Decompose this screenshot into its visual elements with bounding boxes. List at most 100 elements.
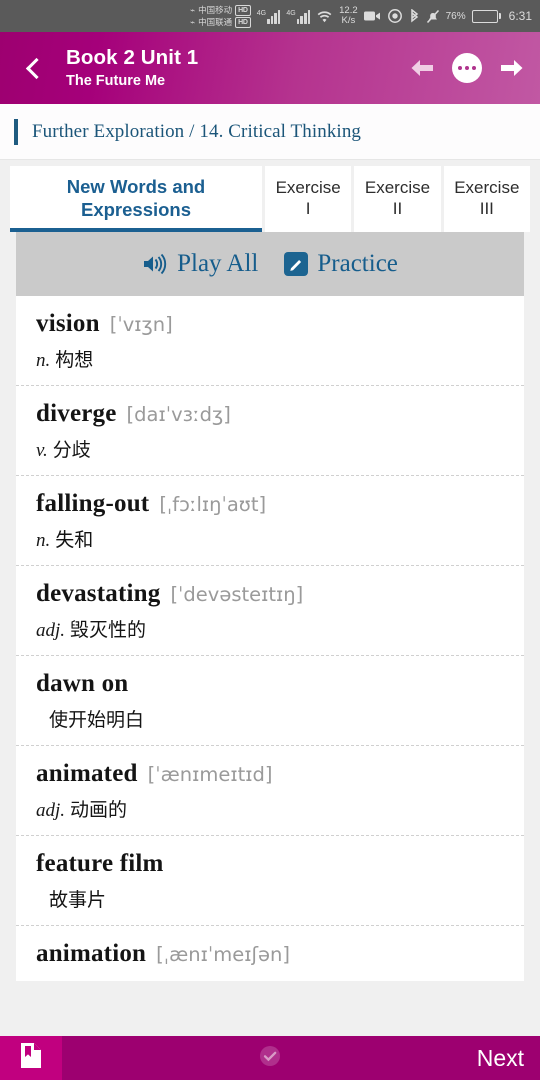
hd-badge-2: HD <box>235 16 251 28</box>
content-scroll-area[interactable]: Play All Practice vision [ˈvɪʒn] n. 构想 d… <box>0 232 540 1036</box>
breadcrumb: Further Exploration / 14. Critical Think… <box>0 104 540 160</box>
arrow-right-icon[interactable] <box>498 57 526 79</box>
word-term: feature film <box>36 850 164 877</box>
word-definition: 故事片 <box>49 889 107 911</box>
word-meaning: 使开始明白 <box>36 705 504 732</box>
page-title: Book 2 Unit 1 <box>66 46 199 70</box>
word-meaning: 故事片 <box>36 885 504 912</box>
word-list-toolbar: Play All Practice <box>16 232 524 296</box>
word-phonetic: [ˈdevəsteɪtɪŋ] <box>170 583 304 606</box>
app-header: Book 2 Unit 1 The Future Me <box>0 32 540 104</box>
word-phonetic: [ˌænɪˈmeɪʃən] <box>156 943 290 966</box>
carrier-row-1: ⌁ 中国移动 HD <box>190 4 251 16</box>
tab-exercise-ii[interactable]: Exercise II <box>354 166 441 232</box>
word-meaning: n. 构想 <box>36 345 504 372</box>
tab-label-line2: III <box>479 199 494 218</box>
carrier-row-2: ⌁ 中国联通 HD <box>190 16 251 28</box>
progress-check-indicator[interactable] <box>0 1045 540 1072</box>
word-part-of-speech: n. <box>36 350 51 371</box>
play-all-label: Play All <box>177 250 259 277</box>
practice-button[interactable]: Practice <box>284 250 398 278</box>
tab-label-line1: Exercise <box>364 178 431 198</box>
tab-label-line2: II <box>392 199 403 218</box>
word-entry[interactable]: animated [ˈænɪmeɪtɪd] adj. 动画的 <box>16 746 524 836</box>
word-headline: dawn on <box>36 670 504 698</box>
wifi-icon <box>316 10 333 23</box>
word-part-of-speech: n. <box>36 530 51 551</box>
word-term: vision <box>36 310 100 337</box>
word-definition: 失和 <box>55 529 94 551</box>
battery-icon <box>471 9 501 23</box>
breadcrumb-text: Further Exploration / 14. Critical Think… <box>32 120 362 142</box>
word-term: animation <box>36 940 147 967</box>
word-entry[interactable]: falling-out [ˌfɔːlɪŋˈaʊt] n. 失和 <box>16 476 524 566</box>
word-meaning: v. 分歧 <box>36 435 504 462</box>
word-definition: 动画的 <box>70 799 128 821</box>
word-headline: falling-out [ˌfɔːlɪŋˈaʊt] <box>36 490 504 518</box>
tab-new-words-and-expressions[interactable]: New Words and Expressions <box>10 166 262 232</box>
word-phonetic: [ˌfɔːlɪŋˈaʊt] <box>159 493 267 516</box>
data-speed-unit: K/s <box>341 15 356 26</box>
signal-wave-icon-2: ⌁ <box>190 16 196 27</box>
tab-label-line1: Exercise <box>454 178 520 198</box>
word-meaning: n. 失和 <box>36 525 504 552</box>
mute-bell-icon <box>426 9 440 24</box>
bluetooth-icon <box>409 8 420 24</box>
signal-wave-icon: ⌁ <box>190 4 196 15</box>
practice-label: Practice <box>317 250 398 277</box>
word-entry[interactable]: animation [ˌænɪˈmeɪʃən] <box>16 926 524 981</box>
more-dots-icon[interactable] <box>452 53 482 83</box>
word-phonetic: [ˈænɪmeɪtɪd] <box>147 763 273 786</box>
carrier-name-1: 中国移动 <box>198 4 233 15</box>
eye-icon <box>387 9 403 23</box>
tab-exercise-i[interactable]: Exercise I <box>265 166 352 232</box>
word-definition: 构想 <box>55 349 94 371</box>
word-entry[interactable]: dawn on 使开始明白 <box>16 656 524 746</box>
word-headline: feature film <box>36 850 504 878</box>
tab-label-line1: Exercise <box>275 178 341 198</box>
word-part-of-speech: v. <box>36 440 48 461</box>
pencil-icon <box>284 252 309 276</box>
word-entry[interactable]: diverge [daɪˈvɜːdʒ] v. 分歧 <box>16 386 524 476</box>
play-all-button[interactable]: Play All <box>142 250 258 278</box>
word-term: animated <box>36 760 138 787</box>
word-term: falling-out <box>36 490 150 517</box>
tab-label: Exercise II <box>365 178 430 219</box>
back-button[interactable] <box>10 40 58 96</box>
word-term: devastating <box>36 580 161 607</box>
word-term: dawn on <box>36 670 129 697</box>
word-headline: animated [ˈænɪmeɪtɪd] <box>36 760 504 788</box>
tab-exercise-iii[interactable]: Exercise III <box>443 166 530 232</box>
word-phonetic: [daɪˈvɜːdʒ] <box>126 403 231 426</box>
word-entry[interactable]: feature film 故事片 <box>16 836 524 926</box>
network-type-2: 4G <box>286 9 296 17</box>
word-part-of-speech: adj. <box>36 800 66 821</box>
chevron-left-icon <box>25 57 48 79</box>
header-actions <box>408 53 526 83</box>
video-recorder-icon <box>363 10 381 22</box>
tab-label: New Words and Expressions <box>66 176 206 220</box>
arrow-left-icon[interactable] <box>408 57 436 79</box>
header-titles: Book 2 Unit 1 The Future Me <box>58 45 408 91</box>
tab-label-line2: I <box>305 199 311 218</box>
check-circle-icon <box>259 1045 281 1072</box>
word-meaning: adj. 动画的 <box>36 795 504 822</box>
signal-bars-icon-2 <box>296 9 311 24</box>
word-entry[interactable]: vision [ˈvɪʒn] n. 构想 <box>16 296 524 386</box>
speaker-icon <box>142 253 168 275</box>
tab-label: Exercise I <box>276 178 341 219</box>
word-headline: diverge [daɪˈvɜːdʒ] <box>36 400 504 428</box>
word-phonetic: [ˈvɪʒn] <box>109 313 173 336</box>
tab-bar: New Words and Expressions Exercise I Exe… <box>0 160 540 232</box>
network-type-1: 4G <box>256 9 267 17</box>
page-subtitle: The Future Me <box>66 73 166 90</box>
word-part-of-speech: adj. <box>36 620 66 641</box>
signal-bars-icon-1 <box>267 9 281 24</box>
breadcrumb-accent-bar <box>14 118 18 145</box>
word-meaning: adj. 毁灭性的 <box>36 615 504 642</box>
word-entry[interactable]: devastating [ˈdevəsteɪtɪŋ] adj. 毁灭性的 <box>16 566 524 656</box>
word-definition: 分歧 <box>52 439 91 461</box>
battery-percent: 76% <box>445 10 466 22</box>
status-clock: 6:31 <box>508 9 532 23</box>
status-bar: ⌁ 中国移动 HD ⌁ 中国联通 HD 4G 4G 12.2 K/s 76% 6… <box>0 0 540 32</box>
